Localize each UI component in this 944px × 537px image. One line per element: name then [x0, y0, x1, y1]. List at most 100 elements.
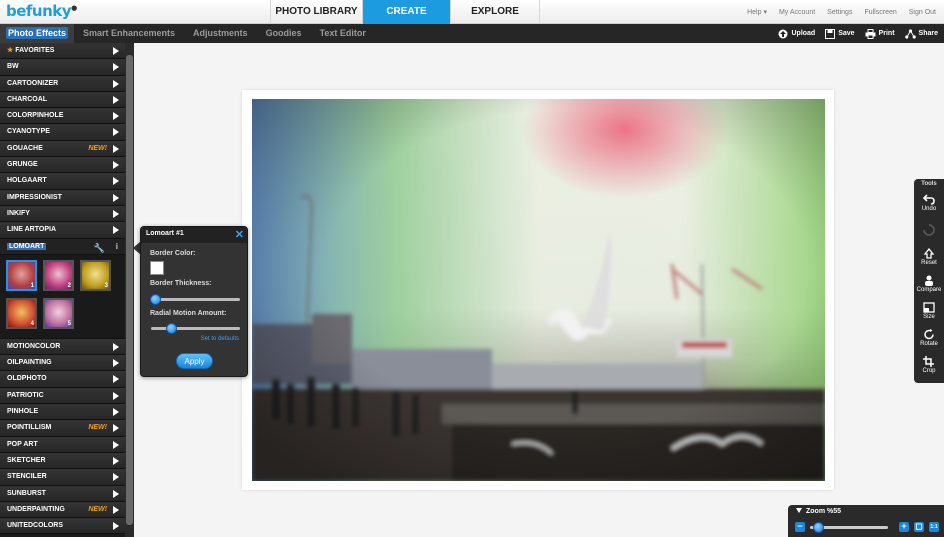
account-links: Help ▾ My Account Settings Fullscreen Si… — [735, 0, 936, 24]
effect-patriotic[interactable]: PATRIOTIC — [0, 387, 125, 405]
tab-photo-effects[interactable]: Photo Effects — [0, 24, 75, 43]
effect-line-artopia[interactable]: LINE ARTOPIA — [0, 222, 125, 239]
arrow-right-icon — [113, 177, 119, 186]
radial-motion-knob[interactable] — [165, 323, 177, 334]
effect-sunburst[interactable]: SUNBURST — [0, 485, 125, 502]
preset-thumb[interactable]: 5 — [43, 297, 74, 329]
arrow-right-icon — [113, 144, 119, 153]
share-button[interactable]: Share — [904, 28, 938, 39]
effect-unitedcolors[interactable]: UNITEDCOLORS — [0, 518, 125, 535]
wrench-icon[interactable]: 🔧 — [94, 240, 105, 256]
nav-create[interactable]: CREATE — [362, 0, 450, 24]
preset-thumb[interactable]: 3 — [80, 259, 111, 291]
editor-tabs: Photo Effects Smart Enhancements Adjustm… — [0, 24, 375, 43]
effect-gouache[interactable]: GOUACHE NEW! — [0, 140, 125, 158]
effect-motioncolor[interactable]: MOTIONCOLOR — [0, 338, 125, 356]
arrow-right-icon — [113, 95, 119, 104]
effect-grunge[interactable]: GRUNGE — [0, 157, 125, 174]
top-bar: befunky● PHOTO LIBRARY CREATE EXPLORE He… — [0, 0, 944, 24]
arrow-right-icon — [113, 193, 119, 202]
main-nav: PHOTO LIBRARY CREATE EXPLORE — [270, 0, 540, 24]
save-button[interactable]: Save — [825, 28, 855, 39]
border-thickness-slider[interactable] — [150, 294, 240, 305]
effect-bw[interactable]: BW — [0, 59, 125, 76]
new-badge: NEW! — [88, 505, 107, 513]
rotate-button[interactable]: Rotate — [914, 329, 944, 347]
effect-cartoonizer[interactable]: CARTOONIZER — [0, 75, 125, 92]
tab-adjustments[interactable]: Adjustments — [184, 24, 257, 43]
effect-sketcher[interactable]: SKETCHER — [0, 452, 125, 470]
effect-oilpainting[interactable]: OILPAINTING — [0, 355, 125, 372]
border-thickness-label: Border Thickness: — [150, 280, 212, 287]
nav-explore[interactable]: EXPLORE — [450, 0, 540, 24]
effect-inkify[interactable]: INKIFY — [0, 205, 125, 223]
tab-smart-enhancements[interactable]: Smart Enhancements — [74, 24, 184, 43]
sign-out-link[interactable]: Sign Out — [909, 9, 936, 16]
arrow-right-icon — [113, 489, 119, 498]
preset-thumb[interactable]: 2 — [43, 259, 74, 291]
new-badge: NEW! — [88, 144, 107, 152]
upload-button[interactable]: Upload — [778, 29, 815, 39]
effect-pop-art[interactable]: POP ART — [0, 436, 125, 453]
save-icon — [825, 28, 836, 39]
effect-cyanotype[interactable]: CYANOTYPE — [0, 124, 125, 141]
settings-link[interactable]: Settings — [827, 9, 852, 16]
zoom-out-button[interactable]: − — [795, 522, 805, 532]
effect-pinhole[interactable]: PINHOLE — [0, 404, 125, 421]
arrow-right-icon — [113, 63, 119, 72]
edited-photo[interactable] — [252, 99, 825, 481]
border-thickness-knob[interactable] — [150, 294, 161, 305]
preset-thumb[interactable]: 4 — [6, 297, 37, 329]
nav-photo-library[interactable]: PHOTO LIBRARY — [270, 0, 362, 24]
help-link[interactable]: Help ▾ — [747, 8, 767, 16]
effect-underpainting[interactable]: UNDERPAINTING NEW! — [0, 501, 125, 519]
reset-button[interactable]: Reset — [914, 248, 944, 266]
effect-impressionist[interactable]: IMPRESSIONIST — [0, 189, 125, 206]
zoom-toggle[interactable]: Zoom %55 — [796, 508, 841, 515]
compare-icon — [925, 275, 933, 286]
effect-pointillism[interactable]: POINTILLISM NEW! — [0, 420, 125, 437]
set-to-defaults-link[interactable]: Set to defaults — [201, 336, 239, 342]
scrollbar-thumb[interactable] — [126, 55, 133, 525]
effect-colorpinhole[interactable]: COLORPINHOLE — [0, 108, 125, 125]
reset-icon — [923, 248, 935, 259]
effect-favorites[interactable]: ★ FAVORITES — [0, 43, 125, 60]
print-icon — [865, 28, 876, 39]
my-account-link[interactable]: My Account — [779, 9, 815, 16]
effect-lomoart[interactable]: LOMOART 🔧 i — [0, 238, 125, 256]
zoom-slider-knob[interactable] — [813, 522, 825, 533]
close-icon[interactable]: ✕ — [235, 228, 244, 241]
tab-text-editor[interactable]: Text Editor — [311, 24, 375, 43]
size-button[interactable]: Size — [914, 302, 944, 320]
info-icon[interactable]: i — [116, 239, 118, 255]
print-button[interactable]: Print — [865, 28, 895, 39]
tab-goodies[interactable]: Goodies — [257, 24, 311, 43]
effect-charcoal[interactable]: CHARCOAL — [0, 91, 125, 109]
sidebar-scrollbar[interactable] — [125, 43, 134, 537]
border-color-swatch[interactable] — [150, 261, 164, 275]
crop-button[interactable]: Crop — [914, 356, 944, 374]
radial-motion-slider[interactable] — [151, 323, 240, 334]
fit-to-screen-button[interactable]: ◻ — [914, 522, 924, 532]
actual-size-button[interactable]: 1:1 — [929, 522, 939, 532]
undo-button[interactable]: Undo — [914, 194, 944, 212]
new-badge: NEW! — [88, 424, 107, 432]
fullscreen-link[interactable]: Fullscreen — [864, 9, 896, 16]
lomo-vignette — [252, 99, 825, 481]
arrow-right-icon — [113, 456, 119, 465]
befunky-logo[interactable]: befunky● — [6, 2, 77, 20]
compare-button[interactable]: Compare — [914, 275, 944, 293]
preset-thumb[interactable]: 1 — [6, 259, 37, 291]
arrow-right-icon — [113, 161, 119, 170]
zoom-in-button[interactable]: + — [899, 522, 909, 532]
effect-holgaart[interactable]: HOLGAART — [0, 173, 125, 190]
redo-button[interactable] — [914, 224, 944, 236]
popup-title: Lomoart #1 — [146, 230, 184, 237]
apply-button[interactable]: Apply — [176, 353, 213, 369]
effect-oldphoto[interactable]: OLDPHOTO — [0, 371, 125, 388]
arrow-right-icon — [113, 342, 119, 351]
arrow-right-icon — [113, 209, 119, 218]
effect-stenciler[interactable]: STENCILER — [0, 469, 125, 486]
file-actions: Upload Save Print Share — [768, 24, 938, 43]
tab-bar: Photo Effects Smart Enhancements Adjustm… — [0, 24, 944, 43]
